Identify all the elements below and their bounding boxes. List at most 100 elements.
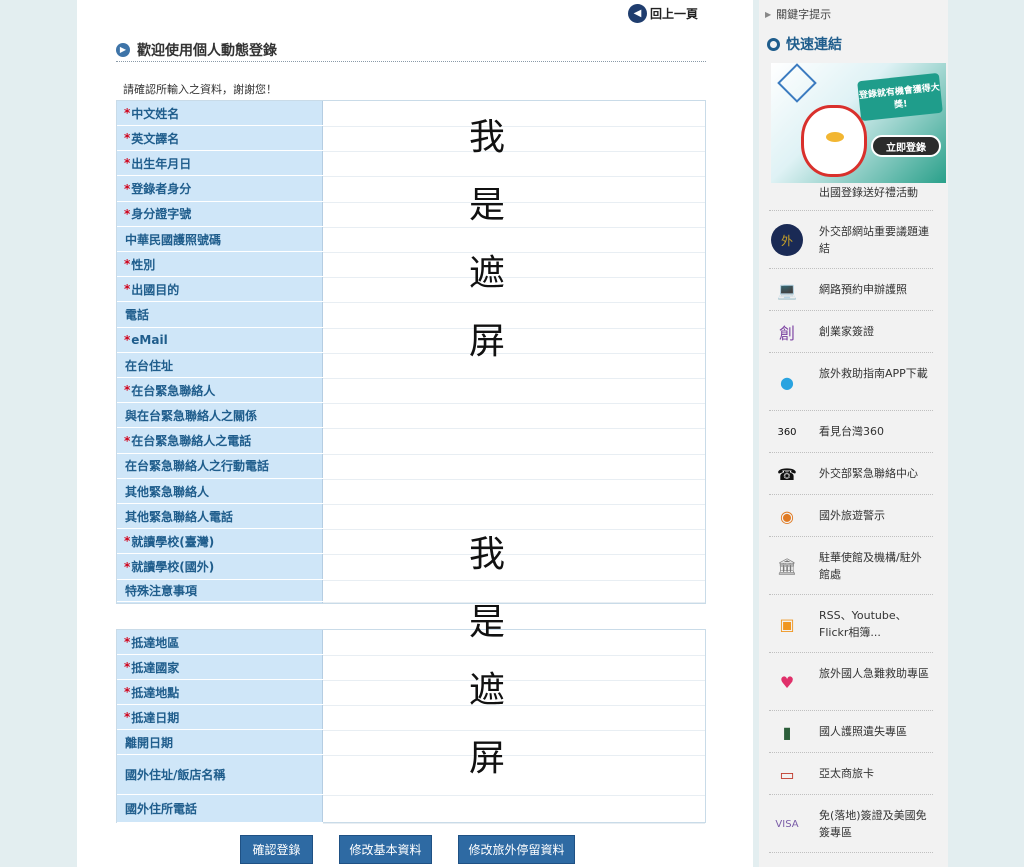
quick-link-label: 駐華使館及機構/駐外館處: [819, 551, 922, 581]
page-heading: ▶ 歡迎使用個人動態登錄: [116, 40, 706, 62]
sidebar: ▶ 關鍵字提示 快速連結 登錄就有機會獲得大獎! 立即登錄 出國登錄送好禮活動外…: [759, 0, 948, 867]
apec-card-icon: ▭: [779, 764, 795, 784]
modify-travel-info-button[interactable]: 修改旅外停留資料: [458, 835, 575, 864]
value-cell: [323, 478, 705, 480]
value-cell: [323, 428, 705, 430]
required-mark: *: [124, 282, 131, 297]
quick-link-item[interactable]: 🏛 駐華使館及機構/駐外館處: [769, 537, 933, 595]
required-mark: *: [124, 206, 131, 221]
heading-bullet-icon: ▶: [116, 42, 130, 57]
field-label: 電話: [125, 308, 150, 323]
field-label: 其他緊急聯絡人: [125, 484, 210, 499]
mofa-seal-icon: 外: [771, 224, 803, 256]
confirm-registration-button[interactable]: 確認登錄: [240, 835, 313, 864]
form-field-row: * 在台緊急聯絡人: [117, 378, 323, 404]
form-field-row: * 在台緊急聯絡人之電話: [117, 429, 323, 454]
promo-banner[interactable]: 登錄就有機會獲得大獎! 立即登錄: [771, 63, 946, 183]
back-arrow-icon: ◀: [628, 3, 647, 23]
value-cell: [323, 705, 705, 706]
field-label: 抵達地點: [131, 685, 180, 700]
quick-link-label: 創業家簽證: [819, 325, 874, 338]
quick-link-label: 外交部網站重要議題連結: [819, 225, 929, 255]
startup-visa-icon: 創: [778, 324, 795, 343]
mascot-bird-icon: [801, 105, 867, 177]
required-mark: *: [124, 181, 131, 196]
value-cell: [323, 151, 705, 153]
quick-link-item[interactable]: ▭ 亞太商旅卡: [769, 753, 933, 795]
field-label: 在台住址: [125, 358, 174, 373]
quick-links-label: 快速連結: [786, 37, 842, 53]
value-cell: [323, 226, 705, 228]
quick-link-item[interactable]: VISA 免(落地)簽證及美國免簽專區: [769, 795, 933, 853]
value-cell: [323, 680, 705, 681]
field-label: 就讀學校(臺灣): [131, 534, 215, 549]
required-mark: *: [124, 660, 131, 674]
quick-link-item[interactable]: 出國登錄送好禮活動: [769, 183, 933, 211]
field-label: 在台緊急聯絡人: [131, 383, 216, 398]
personal-info-table: * 中文姓名 * 英文譯名 * 出生年月日 * 登錄者身分 * 身分證字號 中華民國護照號碼 * 性別 *…: [116, 100, 706, 604]
value-cell: [323, 302, 705, 304]
back-link[interactable]: ◀ 回上一頁: [628, 3, 698, 23]
quick-link-label: 出國登錄送好禮活動: [819, 186, 918, 199]
form-field-row: 與在台緊急聯絡人之關係: [117, 403, 323, 429]
quick-link-item[interactable]: 外外交部網站重要議題連結: [769, 211, 933, 269]
field-label: 身分證字號: [131, 207, 192, 222]
quick-link-item[interactable]: 360 看見台灣360: [769, 411, 933, 453]
quick-link-item[interactable]: 💻 網路預約申辦護照: [769, 269, 933, 311]
quick-link-item[interactable]: ◉ 國外旅遊警示: [769, 495, 933, 537]
field-label: 中華民國護照號碼: [125, 232, 222, 247]
field-label: 登錄者身分: [131, 182, 192, 197]
form-field-row: * 出生年月日: [117, 151, 323, 177]
back-link-label: 回上一頁: [650, 6, 699, 21]
required-mark: *: [124, 635, 131, 649]
mask-char: 是: [468, 602, 505, 643]
quick-link-label: 看見台灣360: [819, 425, 884, 438]
register-now-button[interactable]: 立即登錄: [871, 135, 941, 157]
field-label: 就讀學校(國外): [131, 560, 215, 575]
quick-link-item[interactable]: ☎ 外交部緊急聯絡中心: [769, 453, 933, 495]
mask-char: 屏: [468, 738, 505, 779]
quick-link-item[interactable]: ● 旅外救助指南APP下載: [769, 353, 933, 411]
quick-link-label: 國外旅遊警示: [819, 509, 885, 522]
form-field-row: * 就讀學校(臺灣): [117, 529, 323, 555]
required-mark: *: [124, 332, 131, 347]
value-cell: [323, 252, 705, 253]
field-label: eMail: [131, 332, 168, 347]
field-label: 出生年月日: [131, 156, 192, 171]
quick-link-item[interactable]: ♥ 旅外國人急難救助專區: [769, 653, 933, 711]
phone-icon: ☎: [777, 464, 797, 484]
field-label: 特殊注意事項: [125, 583, 198, 598]
value-cell: [323, 403, 705, 405]
value-cell: [323, 601, 705, 603]
value-cell: [323, 730, 705, 731]
quick-link-item[interactable]: ▮ 國人護照遺失專區: [769, 711, 933, 753]
value-cell: [323, 579, 705, 581]
quick-link-label: 旅外救助指南APP下載: [819, 367, 928, 380]
quick-link-label: 旅外國人急難救助專區: [819, 667, 929, 680]
value-cell: [323, 755, 705, 756]
keyword-hint-label: 關鍵字提示: [776, 8, 832, 21]
value-cell: [323, 504, 705, 505]
mask-char: 遮: [468, 670, 505, 711]
keyword-hint-link[interactable]: ▶ 關鍵字提示: [765, 6, 831, 22]
signal-tower-icon: ◉: [780, 506, 794, 526]
value-cell: [323, 529, 705, 531]
form-field-row: 國外住址/飯店名稱: [117, 755, 323, 795]
field-label: 英文譯名: [131, 131, 180, 146]
travel-info-table: * 抵達地區 * 抵達國家 * 抵達地點 * 抵達日期 離開日期 國外住址/飯店名稱 國外住所電話: [116, 629, 706, 824]
form-field-row: 國外住所電話: [117, 795, 323, 823]
value-cell: [323, 795, 705, 796]
quick-link-item[interactable]: ▣ RSS、Youtube、Flickr相簿...: [769, 595, 933, 653]
required-mark: *: [124, 131, 131, 146]
field-label: 國外住所電話: [125, 802, 198, 816]
quick-link-item[interactable]: 創 創業家簽證: [769, 311, 933, 353]
field-label: 在台緊急聯絡人之行動電話: [125, 459, 270, 474]
field-label: 離開日期: [125, 735, 174, 750]
field-label: 出國目的: [131, 282, 180, 297]
page-title: 歡迎使用個人動態登錄: [137, 42, 277, 59]
mask-char: 是: [468, 185, 505, 226]
modify-basic-info-button[interactable]: 修改基本資料: [339, 835, 432, 864]
form-field-row: 其他緊急聯絡人電話: [117, 504, 323, 530]
value-cell: [323, 327, 705, 329]
passport-icon: ▮: [782, 722, 792, 742]
